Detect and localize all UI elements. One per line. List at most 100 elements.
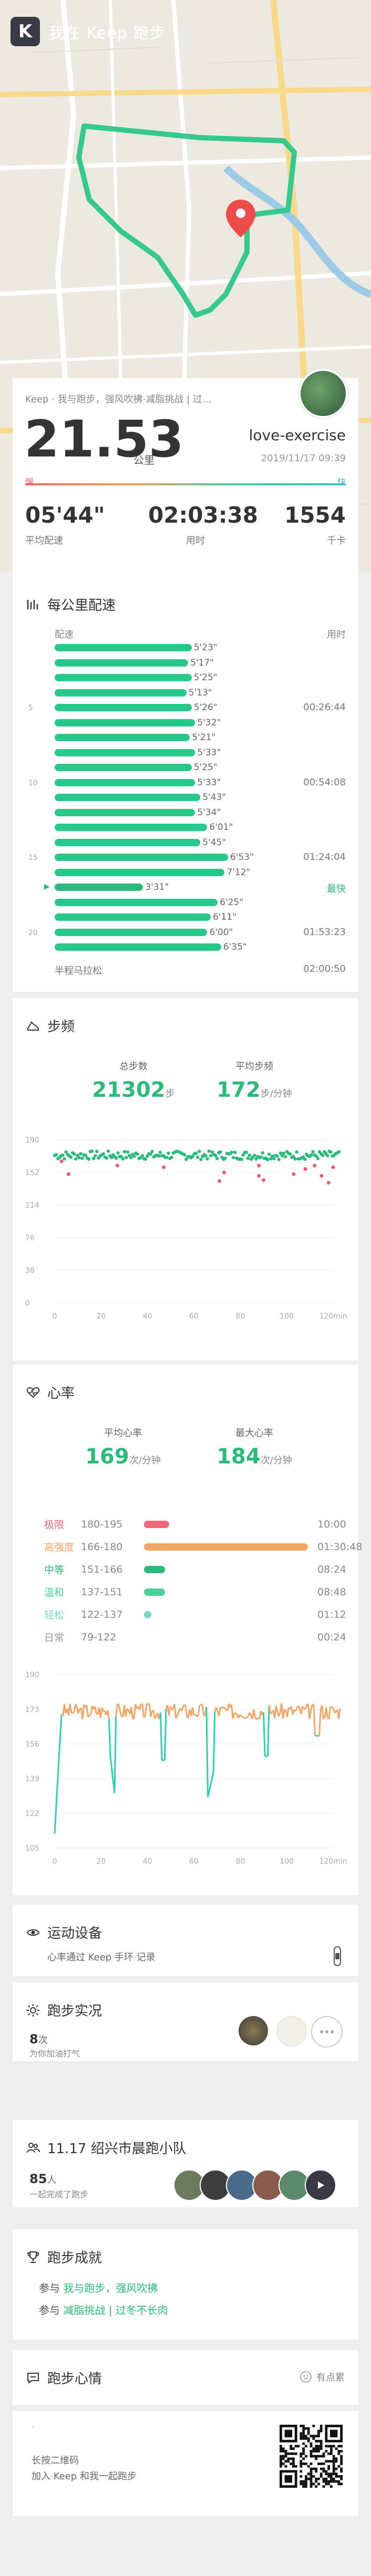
avatar[interactable] — [298, 369, 348, 418]
hr-zone-row: 极限 180-195 10:00 — [44, 1517, 346, 1531]
equipment-card[interactable]: 运动设备 心率通过 Keep 手环 记录 — [13, 1905, 358, 1976]
avg-hr-stat: 平均心率 169次/分钟 — [70, 1426, 176, 1469]
qr-module — [307, 2429, 310, 2433]
cadence-point — [207, 1149, 211, 1153]
cadence-point — [150, 1149, 154, 1154]
group-icon — [27, 2142, 40, 2153]
qr-module — [330, 2480, 333, 2483]
heart-rate-segment — [115, 1704, 118, 1717]
hr-zone-bar — [144, 1588, 165, 1596]
team-count: 85 — [29, 2172, 47, 2186]
qr-module — [332, 2477, 335, 2480]
hr-zone-row: 中等 151-166 08:24 — [44, 1562, 346, 1576]
heart-rate-segment — [108, 1719, 111, 1757]
sun-icon — [27, 2003, 39, 2017]
cheer-avatar[interactable] — [239, 2016, 268, 2045]
qr-module — [320, 2425, 323, 2427]
heart-rate-segment — [58, 1736, 61, 1761]
qr-module — [302, 2435, 305, 2437]
heart-rate-segment — [89, 1713, 91, 1717]
hr-zone-time: 10:00 — [317, 1518, 346, 1530]
heart-rate-segment — [246, 1715, 249, 1719]
cadence-point — [54, 1153, 58, 1157]
qr-module — [315, 2455, 317, 2458]
pace-bar — [55, 749, 195, 756]
qr-module — [294, 2452, 297, 2455]
qr-module — [310, 2455, 313, 2458]
duration-stat: 02:03:38 用时 — [148, 502, 258, 547]
cadence-point — [77, 1156, 81, 1159]
achievement-link[interactable]: 减脂挑战 | 过冬不长肉 — [63, 2304, 168, 2317]
cheer-avatar[interactable] — [276, 2016, 307, 2047]
x-tick-label: 0 — [53, 1857, 57, 1866]
achievement-link[interactable]: 我与跑步，强风吹拂 — [63, 2282, 158, 2294]
qr-module — [305, 2427, 307, 2430]
hr-zone-range: 166-180 — [81, 1541, 123, 1553]
qr-module — [327, 2465, 330, 2468]
cadence-point — [199, 1158, 203, 1161]
play-icon[interactable] — [305, 2169, 336, 2201]
equipment-title: 运动设备 — [47, 1926, 102, 1941]
qr-module — [305, 2435, 307, 2437]
qr-module — [300, 2475, 303, 2478]
cadence-point — [105, 1156, 109, 1160]
hr-zone-row: 温和 137-151 08:48 — [44, 1585, 346, 1599]
hr-zone-name: 高强度 — [44, 1542, 75, 1553]
qr-code-icon[interactable] — [280, 2425, 343, 2488]
y-tick-label: 190 — [25, 1136, 39, 1145]
mood-value[interactable]: 有点累 — [300, 2370, 345, 2384]
pace-bar — [55, 659, 189, 667]
qr-module — [317, 2482, 320, 2486]
x-tick-label: 0 — [53, 1312, 57, 1321]
heart-rate-chart[interactable]: 190 173 156 139 122 105 0 20 40 60 80 100 120min — [13, 1664, 358, 1885]
team-avatars[interactable] — [173, 2169, 336, 2201]
avg-cadence-unit: 步/分钟 — [260, 1088, 292, 1099]
heart-rate-segment — [304, 1704, 308, 1710]
max-hr-label: 最大心率 — [235, 1428, 273, 1439]
heart-rate-segment — [183, 1704, 187, 1707]
qr-module — [290, 2452, 292, 2455]
qr-module — [312, 2475, 315, 2478]
avg-cadence-value: 172 — [217, 1078, 261, 1102]
live-report-card[interactable]: 跑步实况 8次 为你加油打气 — [13, 1982, 358, 2061]
qr-module — [340, 2450, 343, 2453]
activity-subtitle[interactable]: Keep · 我与跑步，强风吹拂·减脂挑战 | 过... — [25, 392, 211, 406]
cadence-outlier-point — [326, 1181, 331, 1185]
cadence-section-title: 步频 — [26, 1016, 75, 1035]
qr-module — [337, 2480, 341, 2483]
heart-rate-segment — [201, 1704, 205, 1716]
heart-rate-segment — [56, 1760, 60, 1785]
qr-module — [300, 2482, 303, 2486]
heart-rate-segment — [55, 1784, 58, 1810]
team-card[interactable]: 11.17 绍兴市晨跑小队 85人 一起完成了跑步 — [13, 2120, 358, 2207]
qrcode-card[interactable]: · 长按二维码 加入 Keep 和我一起跑步 — [13, 2411, 358, 2516]
total-steps-stat: 总步数 21302步 — [81, 1059, 186, 1102]
cadence-outlier-point — [59, 1159, 64, 1164]
qr-module — [320, 2473, 323, 2475]
qr-module — [327, 2445, 330, 2448]
pace-bar-row: 6'35" — [55, 942, 247, 952]
cadence-point — [116, 1151, 120, 1155]
qr-module — [340, 2455, 343, 2458]
more-cheers-icon[interactable] — [311, 2016, 343, 2048]
qr-module — [312, 2447, 315, 2450]
y-tick-label: 114 — [25, 1201, 39, 1210]
heart-rate-segment — [59, 1714, 63, 1736]
heart-rate-segment — [218, 1707, 221, 1716]
cadence-point — [74, 1157, 78, 1161]
achievement-item: 参与 减脂挑战 | 过冬不长肉 — [39, 2302, 168, 2317]
heart-rate-segment — [132, 1717, 135, 1720]
qrcode-line1: 长按二维码 — [32, 2455, 79, 2466]
cadence-chart[interactable]: 190 152 114 76 38 0 0 20 40 60 80 100 120min — [13, 1129, 358, 1339]
band-device-icon — [334, 1946, 341, 1966]
qr-module — [322, 2470, 325, 2473]
qr-module — [332, 2467, 335, 2470]
pace-bar — [55, 734, 190, 741]
qr-module — [282, 2457, 285, 2460]
qr-module — [327, 2473, 330, 2475]
mood-card[interactable]: 跑步心情 有点累 — [13, 2350, 358, 2405]
cadence-point — [311, 1150, 315, 1154]
heart-rate-segment — [144, 1704, 148, 1716]
qr-module — [340, 2477, 343, 2480]
total-steps-value: 21302 — [92, 1078, 166, 1102]
